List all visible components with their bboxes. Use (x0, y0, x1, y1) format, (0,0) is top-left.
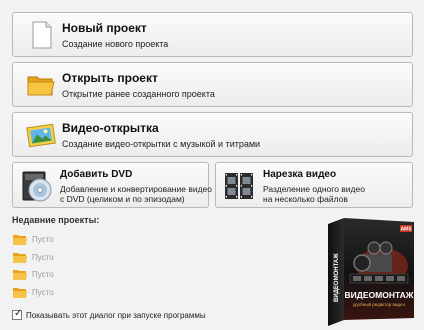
recent-projects-title: Недавние проекты: (12, 215, 100, 225)
show-on-startup-label: Показывать этот диалог при запуске прогр… (26, 311, 206, 320)
cut-video-button[interactable]: Нарезка видео Разделение одного видео на… (215, 162, 413, 208)
folder-icon (13, 235, 27, 245)
blank-document-icon (32, 21, 52, 49)
add-dvd-desc: Добавление и конвертирование видео с DVD… (60, 184, 213, 204)
checkbox-box[interactable]: ✓ (12, 308, 23, 320)
add-dvd-title: Добавить DVD (60, 169, 133, 180)
cut-video-desc-line1: Разделение одного видео (263, 184, 365, 194)
box-tagline: удобный редактор видео (353, 301, 406, 307)
folder-icon (13, 270, 27, 280)
video-postcard-desc: Создание видео-открытки с музыкой и титр… (62, 139, 261, 149)
box-product-name: ВИДЕОМОНТАЖ (345, 290, 414, 300)
cut-video-title: Нарезка видео (263, 169, 337, 180)
new-project-title: Новый проект (62, 21, 147, 35)
new-project-button[interactable]: Новый проект Создание нового проекта (12, 12, 413, 57)
open-project-desc: Открытие ранее созданного проекта (62, 89, 215, 99)
open-project-title: Открыть проект (62, 71, 158, 85)
recent-item-label: Пусто (32, 270, 54, 279)
box-spine-text: ВИДЕОМОНТАЖ (334, 253, 340, 302)
recent-item-label: Пусто (32, 253, 54, 262)
add-dvd-button[interactable]: Добавить DVD Добавление и конвертировани… (12, 162, 213, 208)
recent-item-label: Пусто (32, 288, 54, 297)
new-project-desc: Создание нового проекта (62, 39, 169, 49)
film-strip-icon (225, 173, 253, 199)
video-postcard-title: Видео-открытка (62, 121, 159, 135)
add-dvd-desc-line2: с DVD (целиком и по эпизодам) (60, 194, 185, 204)
video-postcard-button[interactable]: Видео-открытка Создание видео-открытки с… (12, 112, 413, 157)
dvd-disc-icon (22, 171, 52, 202)
checkmark-icon: ✓ (14, 308, 23, 319)
open-project-button[interactable]: Открыть проект Открытие ранее созданного… (12, 62, 413, 107)
box-brand: AMS (400, 227, 412, 233)
folder-icon (27, 76, 55, 96)
cut-video-desc-line2: на несколько файлов (263, 194, 348, 204)
recent-item-label: Пусто (32, 235, 54, 244)
product-box-image: AMS ВИДЕОМОНТАЖ удобный редактор видео В… (328, 218, 414, 326)
cut-video-desc: Разделение одного видео на несколько фай… (263, 184, 413, 204)
folder-icon (13, 253, 27, 263)
folder-icon (13, 288, 27, 298)
postcard-picture-icon (26, 123, 56, 148)
add-dvd-desc-line1: Добавление и конвертирование видео (60, 184, 213, 194)
